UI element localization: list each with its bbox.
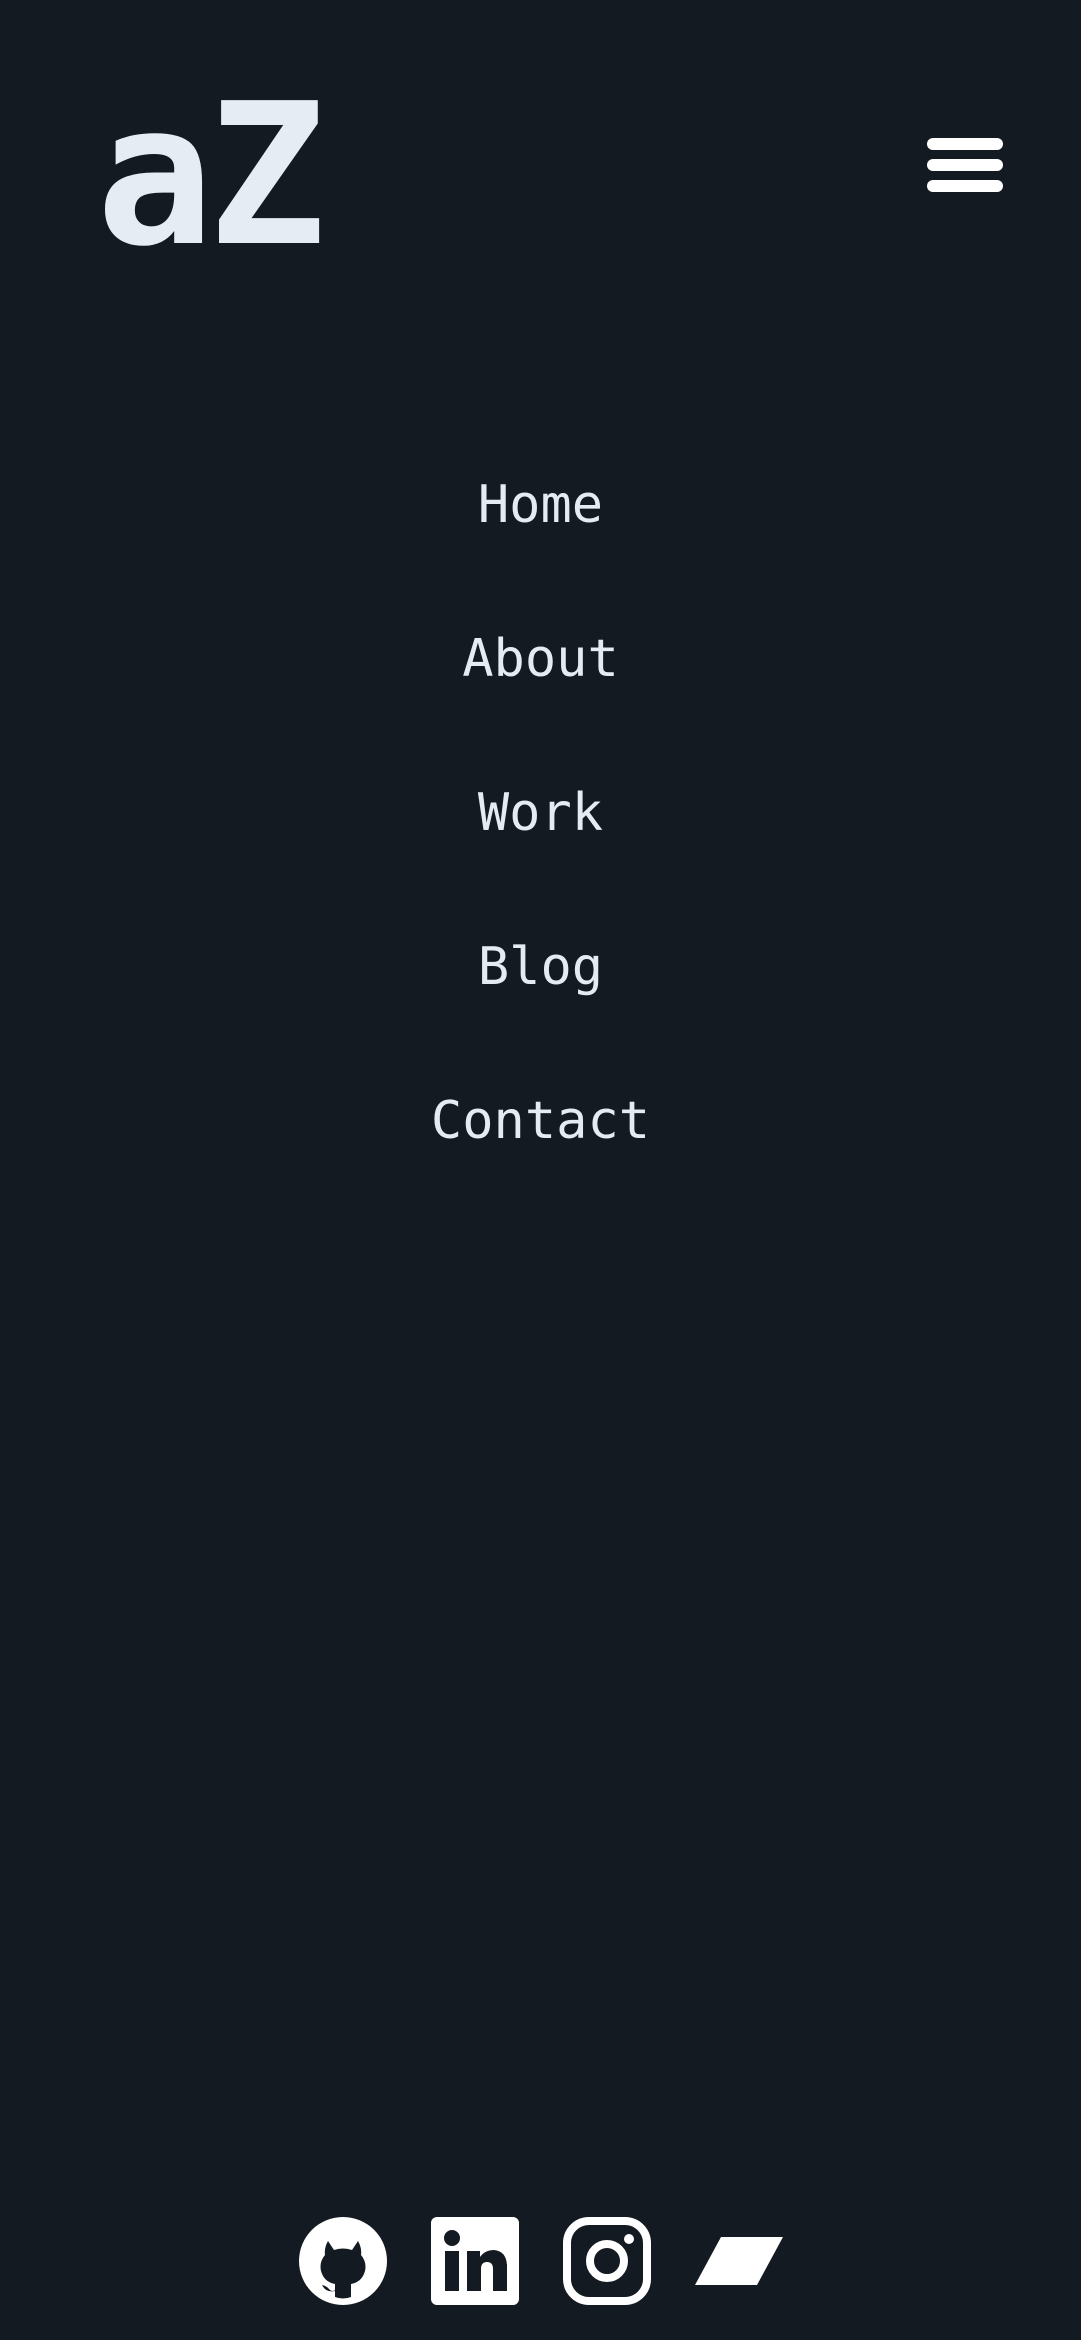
hamburger-menu-icon[interactable] xyxy=(918,130,1004,200)
linkedin-icon[interactable] xyxy=(431,2217,519,2305)
nav-link-contact[interactable]: Contact xyxy=(0,1086,1081,1156)
nav-link-about[interactable]: About xyxy=(0,624,1081,694)
instagram-icon[interactable] xyxy=(563,2217,651,2305)
menu-bar xyxy=(927,138,1003,150)
menu-bar xyxy=(927,180,1003,192)
menu-bar xyxy=(927,159,1003,171)
social-links xyxy=(0,2217,1081,2305)
nav-link-work[interactable]: Work xyxy=(0,778,1081,848)
nav-link-home[interactable]: Home xyxy=(0,470,1081,540)
nav-link-blog[interactable]: Blog xyxy=(0,932,1081,1002)
github-icon[interactable] xyxy=(299,2217,387,2305)
parallelogram-icon[interactable] xyxy=(695,2217,783,2305)
site-logo[interactable]: aZ xyxy=(96,78,326,274)
